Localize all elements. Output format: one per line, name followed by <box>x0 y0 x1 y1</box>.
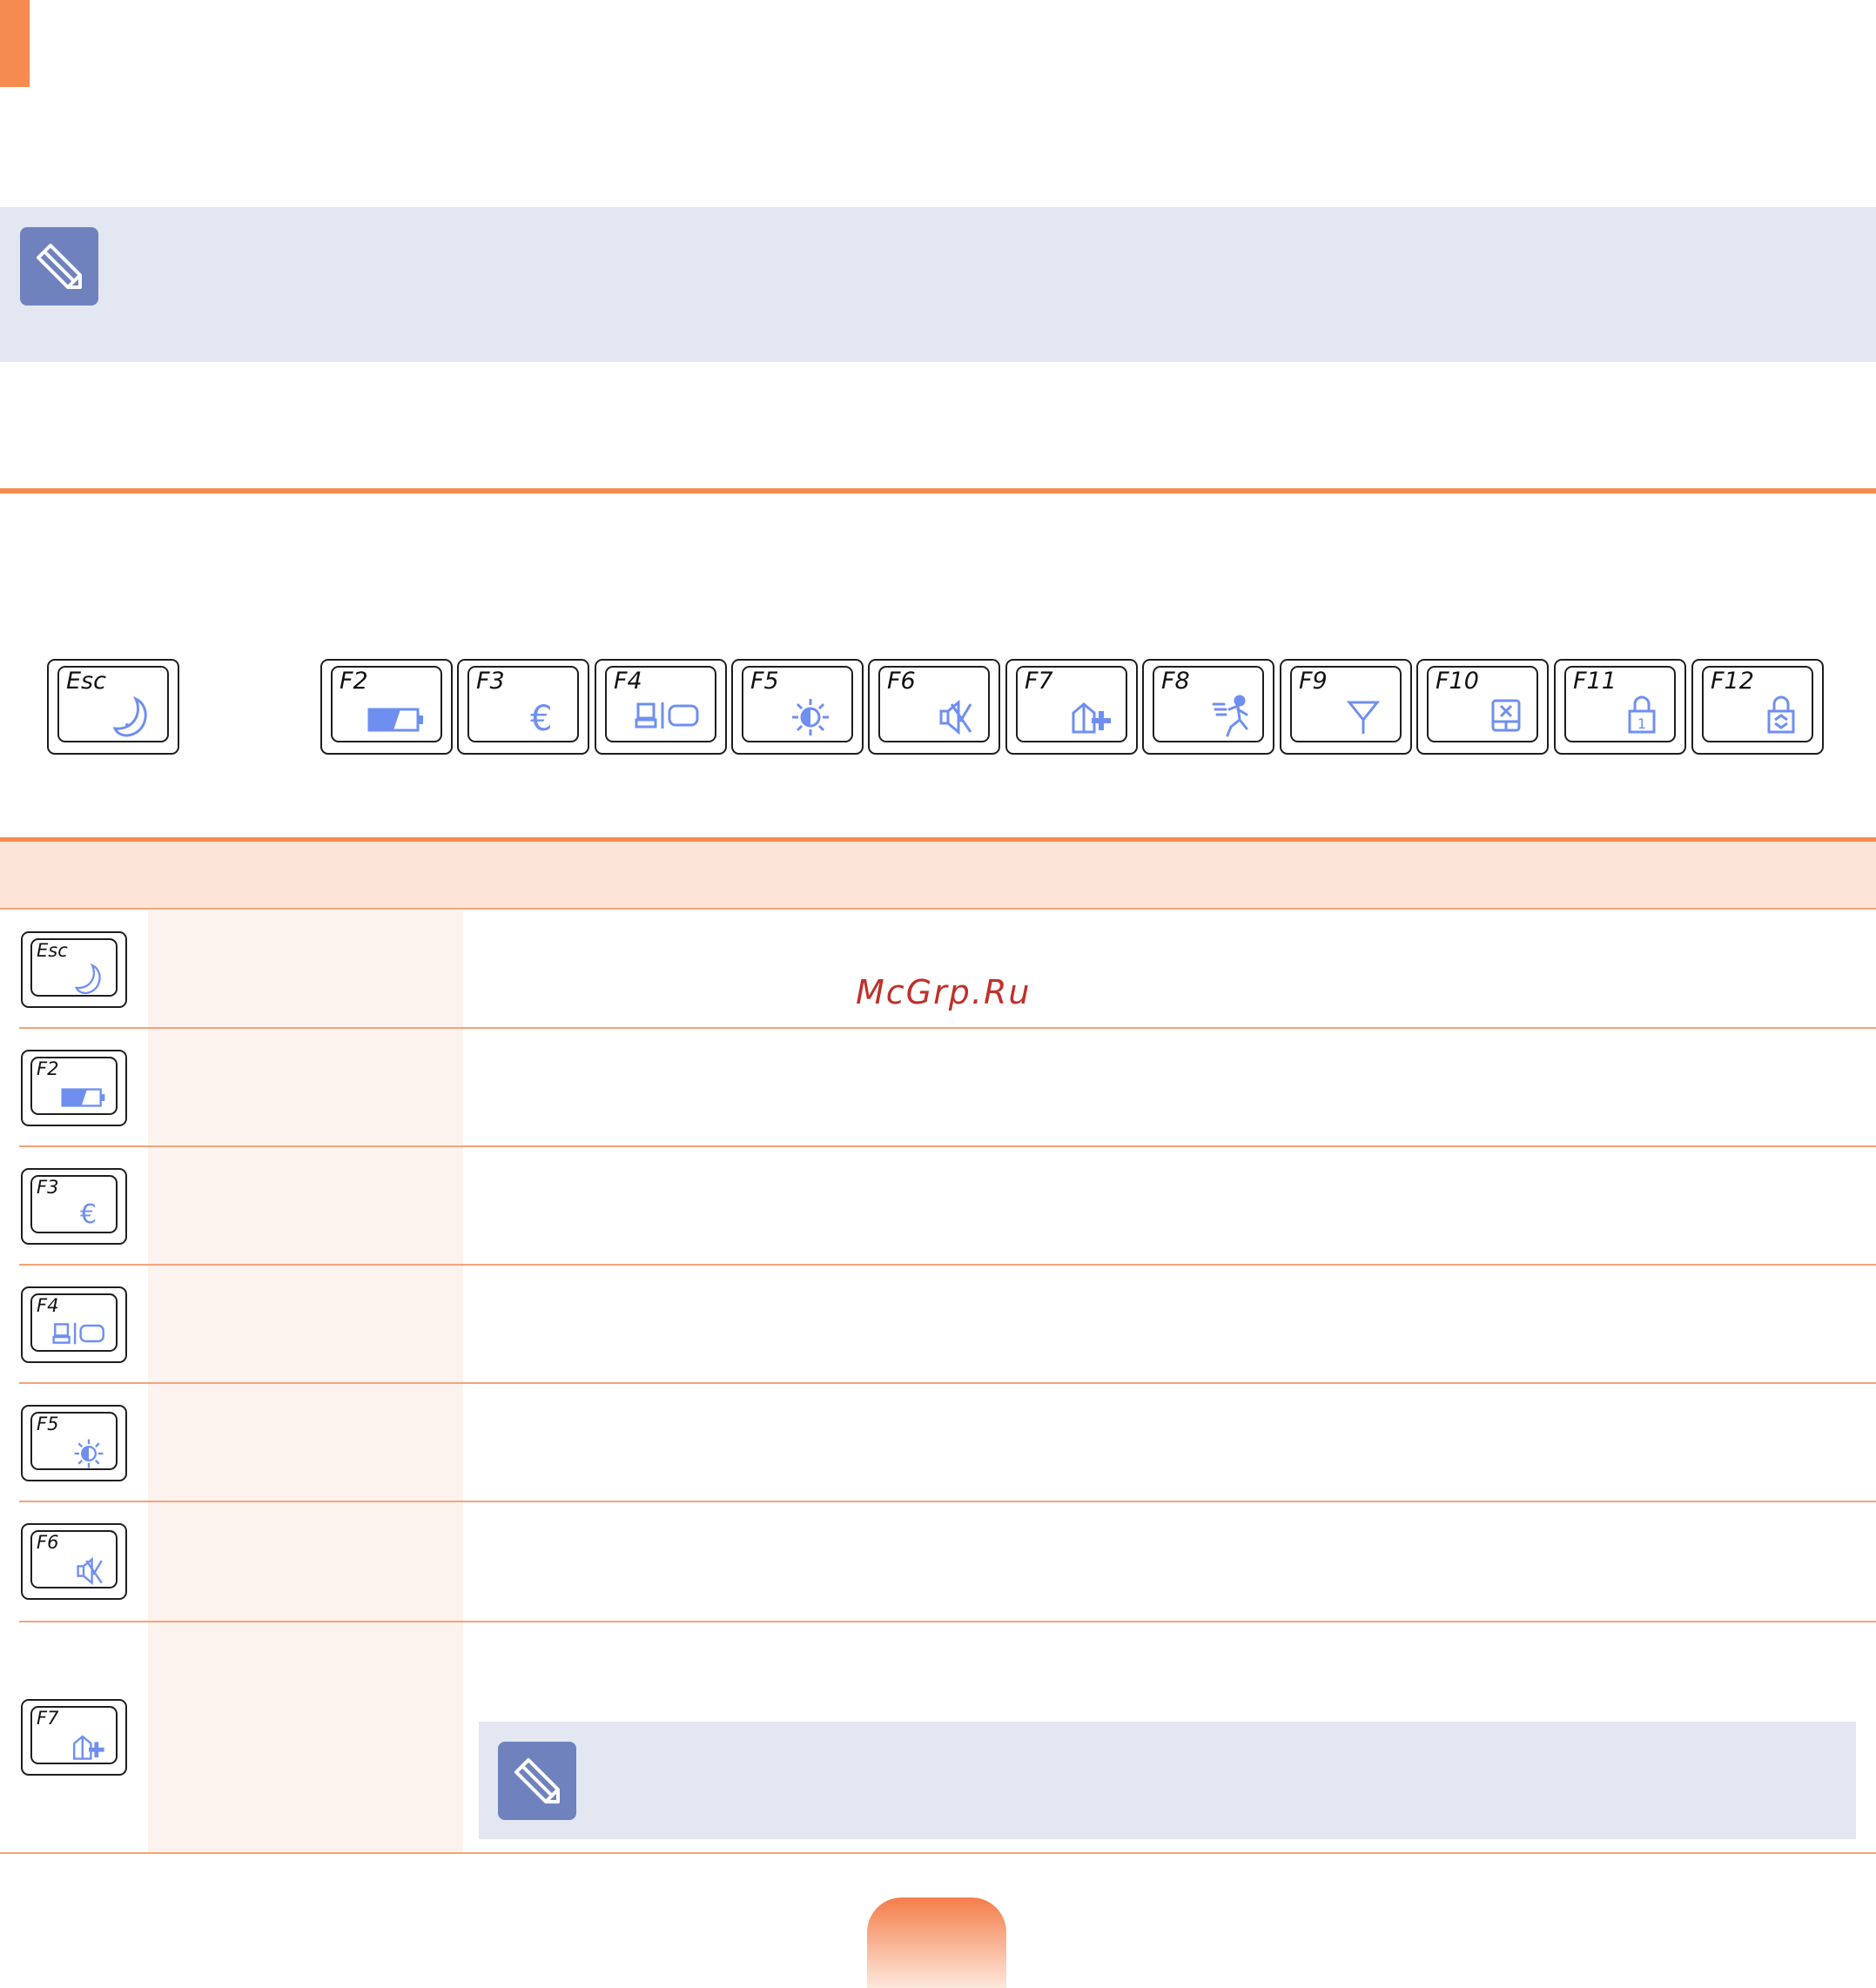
row-divider <box>148 1027 1876 1029</box>
program-add-icon <box>1072 702 1111 734</box>
euro-icon: € <box>80 1199 97 1230</box>
display-switch-icon <box>52 1322 104 1345</box>
row-divider <box>148 1264 1876 1266</box>
key-label: F3 <box>37 1177 59 1198</box>
key-f10: F10 <box>1416 659 1549 755</box>
table-key-f5: F5 <box>21 1405 127 1481</box>
display-switch-icon <box>635 702 699 729</box>
brightness-icon <box>792 699 829 735</box>
num-lock-icon: 1 <box>1628 695 1656 734</box>
battery-icon <box>367 708 423 732</box>
key-esc: Esc <box>47 659 179 755</box>
row-divider <box>19 1264 148 1266</box>
running-man-icon <box>1212 695 1248 737</box>
row-divider <box>0 908 1876 910</box>
key-label: F4 <box>37 1295 59 1316</box>
section-tab <box>0 0 30 87</box>
row-divider <box>19 1382 148 1384</box>
note-box <box>0 207 1876 362</box>
table-key-f2: F2 <box>21 1050 127 1126</box>
pencil-note-icon <box>20 227 98 306</box>
table-key-esc: Esc <box>21 931 127 1008</box>
key-label: F3 <box>476 668 505 695</box>
row-divider <box>19 1027 148 1029</box>
key-label: F6 <box>37 1532 59 1553</box>
row-divider <box>148 1382 1876 1384</box>
scroll-lock-icon <box>1767 695 1795 734</box>
key-f4: F4 <box>595 659 727 755</box>
key-label: F9 <box>1299 668 1328 695</box>
key-f11: F11 1 <box>1554 659 1686 755</box>
page-number-tab <box>867 1897 1006 1988</box>
key-label: F12 <box>1711 668 1754 695</box>
key-f7: F7 <box>1005 659 1138 755</box>
mute-icon <box>77 1556 103 1586</box>
row-divider <box>19 1145 148 1147</box>
key-label: F7 <box>1025 668 1053 695</box>
brightness-icon <box>74 1439 104 1468</box>
table-header <box>0 842 1876 908</box>
key-f3: F3 € <box>457 659 589 755</box>
key-label: F2 <box>37 1058 59 1079</box>
key-f5: F5 <box>731 659 864 755</box>
key-f2: F2 <box>320 659 453 755</box>
moon-icon <box>113 696 147 737</box>
key-label: Esc <box>66 668 106 695</box>
key-label: Esc <box>37 940 68 961</box>
key-f12: F12 <box>1691 659 1824 755</box>
table-key-f4: F4 <box>21 1286 127 1363</box>
row-divider <box>19 1621 148 1622</box>
svg-text:1: 1 <box>1637 715 1646 732</box>
key-label: F4 <box>614 668 642 695</box>
table-key-f7: F7 <box>21 1699 127 1776</box>
note-box-inner <box>479 1722 1856 1839</box>
divider <box>0 488 1876 494</box>
moon-icon <box>75 963 101 995</box>
key-f9: F9 <box>1280 659 1412 755</box>
row-divider <box>148 1621 1876 1622</box>
key-label: F8 <box>1161 668 1190 695</box>
key-label: F5 <box>37 1414 59 1434</box>
table-column-shade <box>148 910 463 1852</box>
table-key-f6: F6 <box>21 1523 127 1600</box>
pencil-note-icon <box>498 1742 576 1820</box>
antenna-icon <box>1346 701 1381 734</box>
mute-icon <box>939 699 972 735</box>
row-divider <box>148 1145 1876 1147</box>
table-bottom-border <box>0 1852 1876 1854</box>
key-label: F10 <box>1436 668 1479 695</box>
key-label: F7 <box>37 1708 59 1729</box>
row-divider <box>148 1501 1876 1502</box>
table-key-f3: F3 € <box>21 1168 127 1245</box>
euro-icon: € <box>530 699 553 739</box>
key-label: F2 <box>340 668 368 695</box>
row-divider <box>19 1501 148 1502</box>
key-label: F5 <box>750 668 779 695</box>
program-add-icon <box>73 1735 104 1760</box>
key-f6: F6 <box>868 659 1000 755</box>
touchpad-off-icon <box>1491 699 1521 732</box>
key-f8: F8 <box>1142 659 1274 755</box>
key-label: F6 <box>887 668 916 695</box>
key-label: F11 <box>1573 668 1617 695</box>
battery-icon <box>61 1088 105 1107</box>
watermark: McGrp.Ru <box>856 973 1032 1011</box>
